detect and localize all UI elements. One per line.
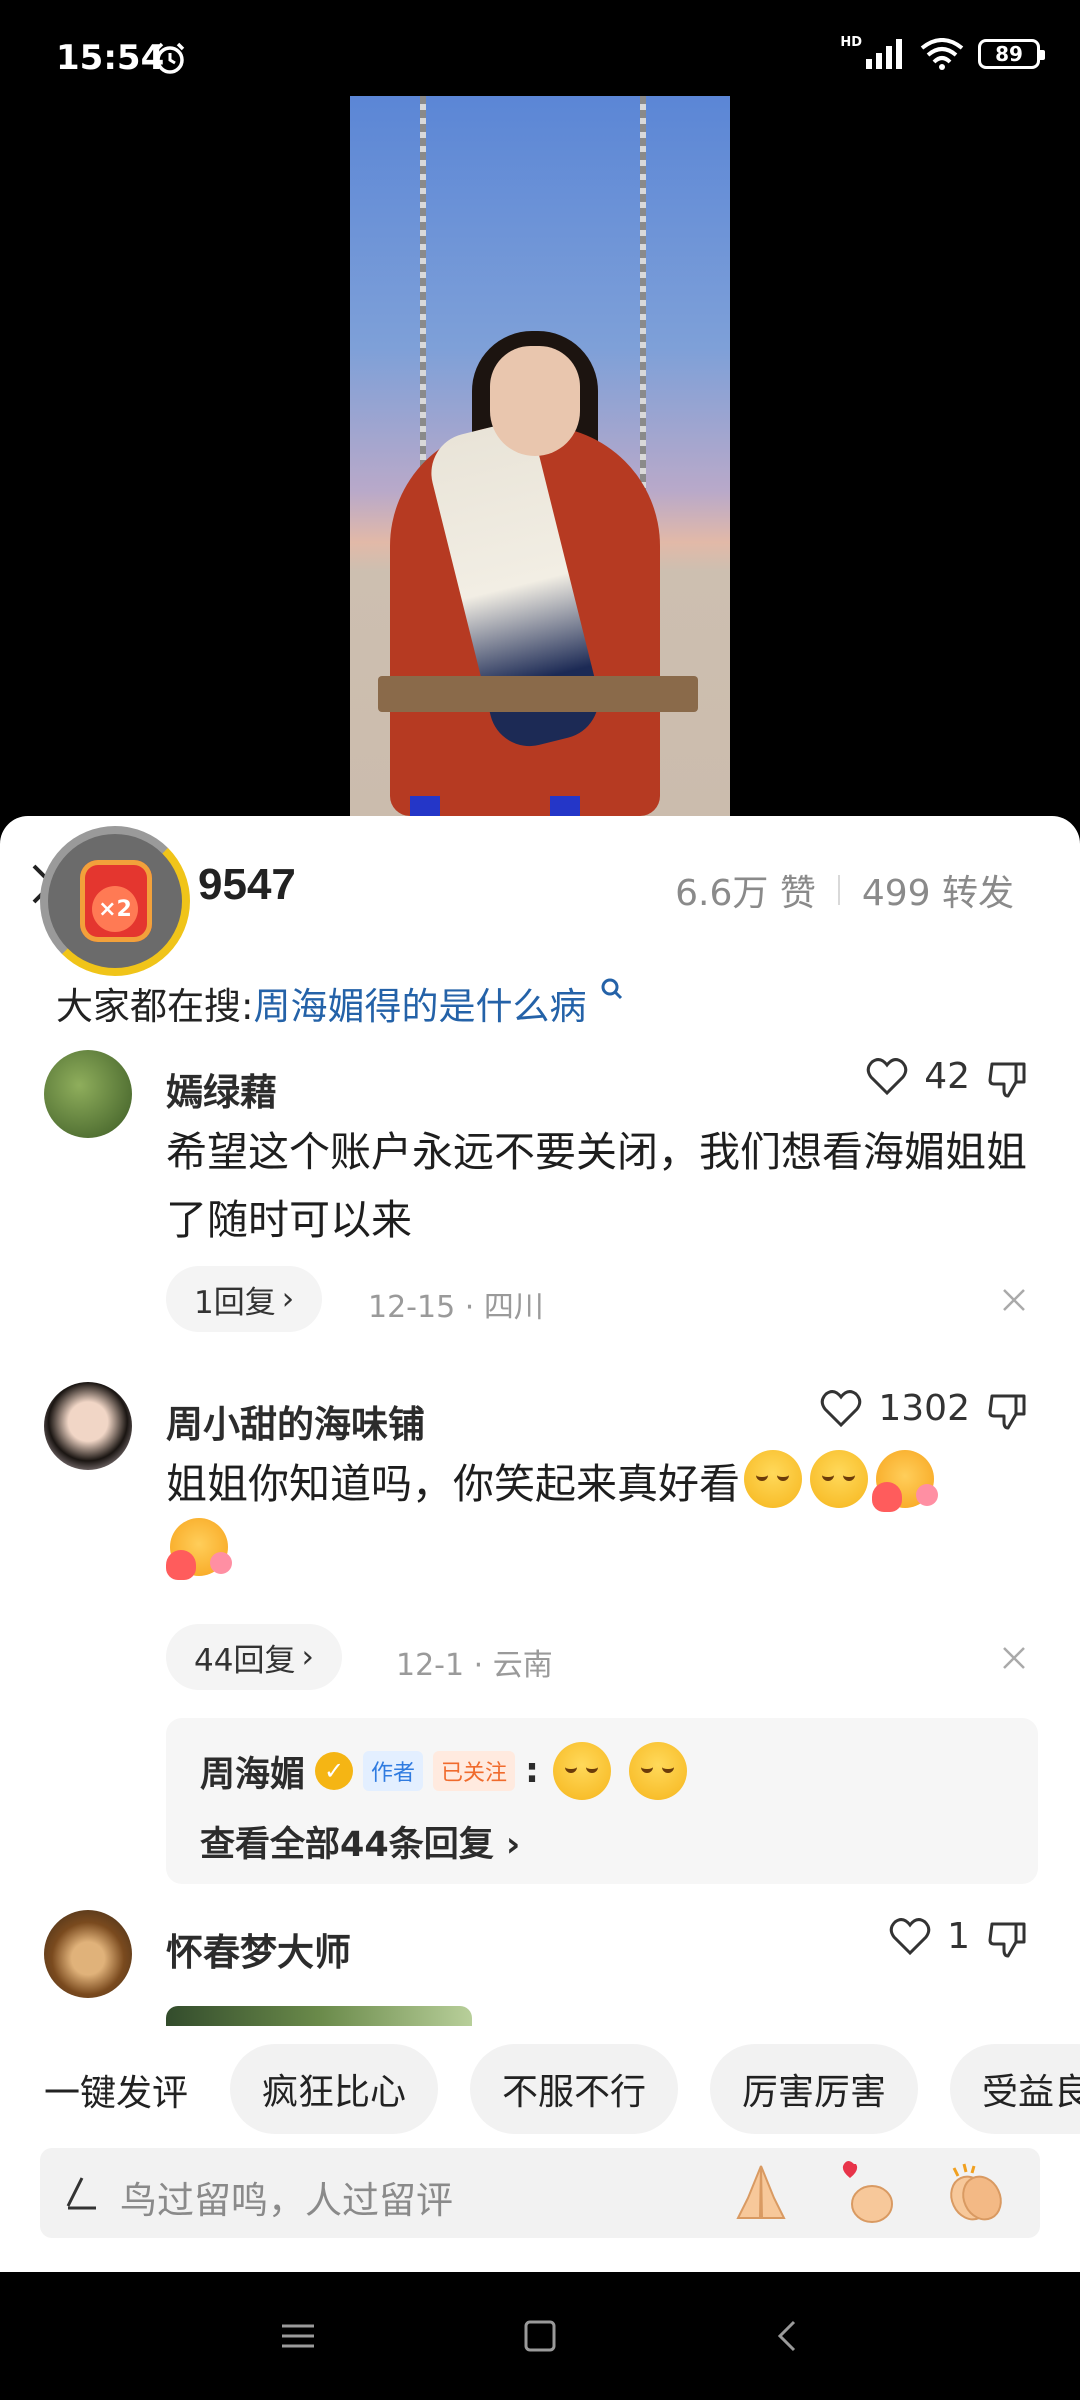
comment-input-placeholder: 鸟过留鸣，人过留评 [120,2179,453,2222]
dislike-icon[interactable] [986,1058,1028,1100]
reply-colon: : [525,1751,540,1791]
sleepy-emoji-icon [744,1450,802,1508]
quick-comment-label: 一键发评 [44,2073,189,2114]
dislike-icon[interactable] [986,1918,1028,1960]
status-bar: 15:54 HD 89 [0,0,1080,96]
status-time: 15:54 [56,38,165,78]
author-reply-name[interactable]: 周海媚 [200,1746,305,1797]
search-icon [601,978,623,1000]
sleepy-emoji-icon [629,1742,688,1800]
status-icons: HD 89 [840,34,1045,70]
comment-author[interactable]: 怀春梦大师 [166,1922,351,1976]
reply-count: 44回复 [194,1642,296,1679]
clap-emoji-icon[interactable] [940,2158,1010,2228]
likes-count: 6.6万 赞 [675,873,816,914]
comment-date: 12-15 [368,1290,456,1325]
quick-comment-chip[interactable]: 厉害厉害 [710,2044,919,2134]
comment-location: 四川 [483,1290,544,1325]
comment-text: 姐姐你知道吗，你笑起来真好看 [166,1450,1046,1586]
video-player[interactable] [350,96,730,816]
comment-text-body: 姐姐你知道吗，你笑起来真好看 [166,1460,740,1508]
swing-seat [378,676,698,712]
stats-divider [837,875,840,905]
menu-icon[interactable] [278,2316,318,2356]
avatar[interactable] [44,1050,132,1138]
view-all-replies-link[interactable]: 查看全部44条回复 › [200,1816,520,1867]
sleepy-emoji-icon [553,1742,612,1800]
trending-search[interactable]: 大家都在搜:周海媚得的是什么病 [56,976,628,1030]
meta-separator: · [473,1648,493,1683]
comments-count: 9547 [198,860,296,909]
sleepy-emoji-icon [810,1450,868,1508]
system-nav-bar [0,2272,1080,2400]
chevron-right-icon: › [281,1281,295,1317]
reply-count: 1回复 [194,1284,276,1321]
comment-sheet: 论 9547 ×2 6.6万 赞 499 转发 大家都在搜:周海媚得的是什么病 … [0,816,1080,2272]
comment-input[interactable]: 鸟过留鸣，人过留评 [40,2148,1040,2238]
comment-date: 12-1 [396,1648,465,1683]
chevron-right-icon: › [301,1639,314,1675]
trending-search-keyword[interactable]: 周海媚得的是什么病 [253,985,586,1028]
like-count: 42 [924,1056,970,1097]
like-button[interactable]: 42 [866,1056,970,1097]
like-count: 1 [947,1916,970,1957]
view-replies-button[interactable]: 1回复 › [166,1266,323,1332]
battery-level: 89 [995,42,1023,66]
video-person-face [490,346,580,456]
following-tag: 已关注 [433,1751,516,1791]
quick-comment-row: 一键发评 疯狂比心 不服不行 厉害厉害 受益良 [0,2044,1080,2136]
comment-image[interactable] [166,2006,472,2026]
like-button[interactable]: 1 [889,1916,970,1957]
comment-author[interactable]: 周小甜的海味铺 [166,1394,425,1448]
quick-comment-chip[interactable]: 不服不行 [470,2044,679,2134]
quick-comment-chip[interactable]: 受益良 [950,2044,1080,2134]
wifi-icon [920,38,964,70]
reposts-count[interactable]: 499 转发 [862,864,1014,916]
signal-icon [866,39,902,69]
comment-location: 云南 [492,1648,553,1683]
dislike-icon[interactable] [986,1390,1028,1432]
battery-indicator: 89 [978,39,1045,69]
video-person-leg [550,796,580,816]
meta-separator: · [464,1290,484,1325]
video-person-leg [410,796,440,816]
heart-icon [821,1389,862,1427]
alarm-icon [155,42,185,74]
view-all-replies-text: 查看全部44条回复 [200,1825,494,1865]
comment-meta: 12-15 · 四川 [368,1282,544,1326]
close-icon[interactable] [1000,1644,1028,1672]
comment-text: 希望这个账户永远不要关闭，我们想看海媚姐姐了随时可以来 [166,1128,1027,1244]
comment-meta: 12-1 · 云南 [396,1640,553,1684]
pen-icon [66,2177,96,2210]
close-icon[interactable] [1000,1286,1028,1314]
finger-heart-emoji-icon[interactable] [834,2158,904,2228]
pray-emoji-icon[interactable] [726,2158,796,2228]
view-replies-button[interactable]: 44回复 › [166,1624,342,1690]
home-icon[interactable] [520,2316,560,2356]
back-icon[interactable] [768,2316,808,2356]
reward-multiplier: ×2 [92,886,138,932]
reward-badge[interactable]: ×2 [40,826,190,976]
avatar[interactable] [44,1382,132,1470]
chevron-right-icon: › [505,1825,521,1865]
network-type: HD [840,34,862,50]
author-reply-box[interactable]: 周海媚 ✓ 作者 已关注 : 查看全部44条回复 › [166,1718,1038,1884]
like-count: 1302 [878,1388,970,1429]
hug-heart-emoji-icon [872,1450,938,1512]
author-tag: 作者 [363,1751,424,1791]
hug-heart-emoji-icon [166,1518,232,1580]
post-stats: 6.6万 赞 499 转发 [675,864,1014,916]
verified-badge-icon: ✓ [315,1752,354,1790]
avatar[interactable] [44,1910,132,1998]
like-button[interactable]: 1302 [820,1388,970,1429]
heart-icon [866,1057,908,1095]
comment-author[interactable]: 嫣绿藉 [166,1062,277,1116]
heart-icon [889,1917,931,1955]
trending-search-prefix: 大家都在搜: [56,985,254,1028]
author-reply-line: 周海媚 ✓ 作者 已关注 : [200,1742,691,1800]
quick-comment-chip[interactable]: 疯狂比心 [230,2044,439,2134]
